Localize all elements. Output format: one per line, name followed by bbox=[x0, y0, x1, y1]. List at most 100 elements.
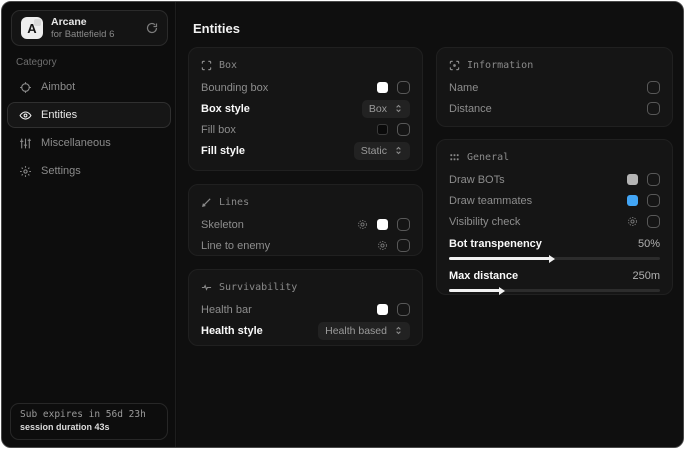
pencil-line-icon bbox=[201, 197, 212, 208]
sidebar-item-settings[interactable]: Settings bbox=[7, 158, 171, 184]
crosshair-icon bbox=[18, 81, 32, 94]
slider-value: 250m bbox=[632, 270, 660, 282]
setting-label: Name bbox=[449, 82, 647, 94]
max-distance-slider-block: Max distance 250m bbox=[449, 267, 660, 292]
scan-info-icon bbox=[449, 60, 460, 71]
setting-label: Skeleton bbox=[201, 219, 357, 231]
chevrons-up-down-icon bbox=[394, 326, 403, 335]
app-window: A Arcane for Battlefield 6 Category Aimb… bbox=[1, 1, 684, 448]
box-card-title: Box bbox=[219, 60, 237, 71]
health-bar-checkbox[interactable] bbox=[397, 303, 410, 316]
setting-label: Health style bbox=[201, 325, 318, 337]
lines-card-header: Lines bbox=[201, 194, 410, 210]
color-swatch[interactable] bbox=[627, 195, 638, 206]
slider-fill[interactable] bbox=[449, 257, 550, 260]
line-to-enemy-checkbox[interactable] bbox=[397, 239, 410, 252]
gear-icon[interactable] bbox=[627, 216, 638, 227]
sidebar-item-entities[interactable]: Entities bbox=[7, 102, 171, 128]
sliders-icon bbox=[18, 137, 32, 150]
slider-value: 50% bbox=[638, 238, 660, 250]
sub-expiry-text: Sub expires in 56d 23h bbox=[20, 409, 158, 420]
box-style-dropdown[interactable]: Box bbox=[362, 100, 410, 118]
sidebar-menu: Aimbot Entities Miscellaneous bbox=[7, 74, 171, 186]
sidebar: A Arcane for Battlefield 6 Category Aimb… bbox=[2, 2, 176, 447]
scan-brackets-icon bbox=[201, 60, 212, 71]
color-swatch[interactable] bbox=[377, 219, 388, 230]
main-content: Entities Box Bounding box Box style Box bbox=[177, 2, 683, 447]
setting-label: Line to enemy bbox=[201, 240, 377, 252]
bot-transparency-slider-block: Bot transpenency 50% bbox=[449, 235, 660, 260]
survivability-card: Survivability Health bar Health style He… bbox=[188, 269, 423, 346]
color-swatch[interactable] bbox=[377, 304, 388, 315]
chevrons-up-down-icon bbox=[394, 146, 403, 155]
setting-row-box-style: Box style Box bbox=[201, 98, 410, 119]
app-header-text: Arcane for Battlefield 6 bbox=[51, 16, 146, 40]
setting-row-bounding-box: Bounding box bbox=[201, 77, 410, 98]
gear-icon bbox=[18, 165, 32, 178]
setting-label: Box style bbox=[201, 103, 362, 115]
slider-label: Max distance bbox=[449, 270, 518, 282]
sidebar-item-aimbot[interactable]: Aimbot bbox=[7, 74, 171, 100]
general-card: General Draw BOTs Draw teammates Visibil… bbox=[436, 139, 673, 295]
setting-row-skeleton: Skeleton bbox=[201, 214, 410, 235]
box-card: Box Bounding box Box style Box Fill box bbox=[188, 47, 423, 171]
refresh-icon[interactable] bbox=[146, 22, 158, 34]
health-style-dropdown[interactable]: Health based bbox=[318, 322, 410, 340]
setting-row-draw-teammates: Draw teammates bbox=[449, 190, 660, 211]
app-subtitle: for Battlefield 6 bbox=[51, 29, 146, 40]
app-logo: A bbox=[21, 17, 43, 39]
name-checkbox[interactable] bbox=[647, 81, 660, 94]
setting-row-fill-box: Fill box bbox=[201, 119, 410, 140]
grid-dots-icon bbox=[449, 152, 460, 163]
lines-card: Lines Skeleton Line to enemy bbox=[188, 184, 423, 256]
setting-row-health-bar: Health bar bbox=[201, 299, 410, 320]
setting-row-health-style: Health style Health based bbox=[201, 320, 410, 341]
information-card-title: Information bbox=[467, 60, 533, 71]
information-card-header: Information bbox=[449, 57, 660, 73]
page-title: Entities bbox=[193, 21, 240, 36]
draw-teammates-checkbox[interactable] bbox=[647, 194, 660, 207]
setting-row-visibility-check: Visibility check bbox=[449, 211, 660, 232]
setting-row-distance: Distance bbox=[449, 98, 660, 119]
sidebar-item-miscellaneous[interactable]: Miscellaneous bbox=[7, 130, 171, 156]
setting-label: Draw BOTs bbox=[449, 174, 627, 186]
slider-fill[interactable] bbox=[449, 289, 500, 292]
bot-transparency-slider[interactable] bbox=[449, 257, 660, 260]
max-distance-slider[interactable] bbox=[449, 289, 660, 292]
app-title: Arcane bbox=[51, 16, 146, 28]
draw-bots-checkbox[interactable] bbox=[647, 173, 660, 186]
fill-box-checkbox[interactable] bbox=[397, 123, 410, 136]
session-duration-text: session duration 43s bbox=[20, 422, 158, 432]
general-card-title: General bbox=[467, 152, 509, 163]
color-swatch[interactable] bbox=[377, 82, 388, 93]
eye-icon bbox=[18, 109, 32, 122]
subscription-info-card: Sub expires in 56d 23h session duration … bbox=[10, 403, 168, 440]
box-card-header: Box bbox=[201, 57, 410, 73]
setting-label: Visibility check bbox=[449, 216, 627, 228]
setting-row-draw-bots: Draw BOTs bbox=[449, 169, 660, 190]
bounding-box-checkbox[interactable] bbox=[397, 81, 410, 94]
color-swatch[interactable] bbox=[377, 124, 388, 135]
distance-checkbox[interactable] bbox=[647, 102, 660, 115]
setting-label: Bounding box bbox=[201, 82, 377, 94]
fill-style-dropdown[interactable]: Static bbox=[354, 142, 410, 160]
sidebar-item-label: Settings bbox=[41, 165, 81, 177]
setting-label: Fill style bbox=[201, 145, 354, 157]
dropdown-value: Static bbox=[361, 145, 387, 157]
color-swatch[interactable] bbox=[627, 174, 638, 185]
setting-row-fill-style: Fill style Static bbox=[201, 140, 410, 161]
category-label: Category bbox=[16, 57, 57, 68]
gear-icon[interactable] bbox=[357, 219, 368, 230]
visibility-check-checkbox[interactable] bbox=[647, 215, 660, 228]
skeleton-checkbox[interactable] bbox=[397, 218, 410, 231]
app-header-card: A Arcane for Battlefield 6 bbox=[11, 10, 168, 46]
lines-card-title: Lines bbox=[219, 197, 249, 208]
dropdown-value: Box bbox=[369, 103, 387, 115]
general-card-header: General bbox=[449, 149, 660, 165]
chevrons-up-down-icon bbox=[394, 104, 403, 113]
dropdown-value: Health based bbox=[325, 325, 387, 337]
gear-icon[interactable] bbox=[377, 240, 388, 251]
survivability-card-title: Survivability bbox=[219, 282, 297, 293]
setting-row-name: Name bbox=[449, 77, 660, 98]
setting-label: Fill box bbox=[201, 124, 377, 136]
